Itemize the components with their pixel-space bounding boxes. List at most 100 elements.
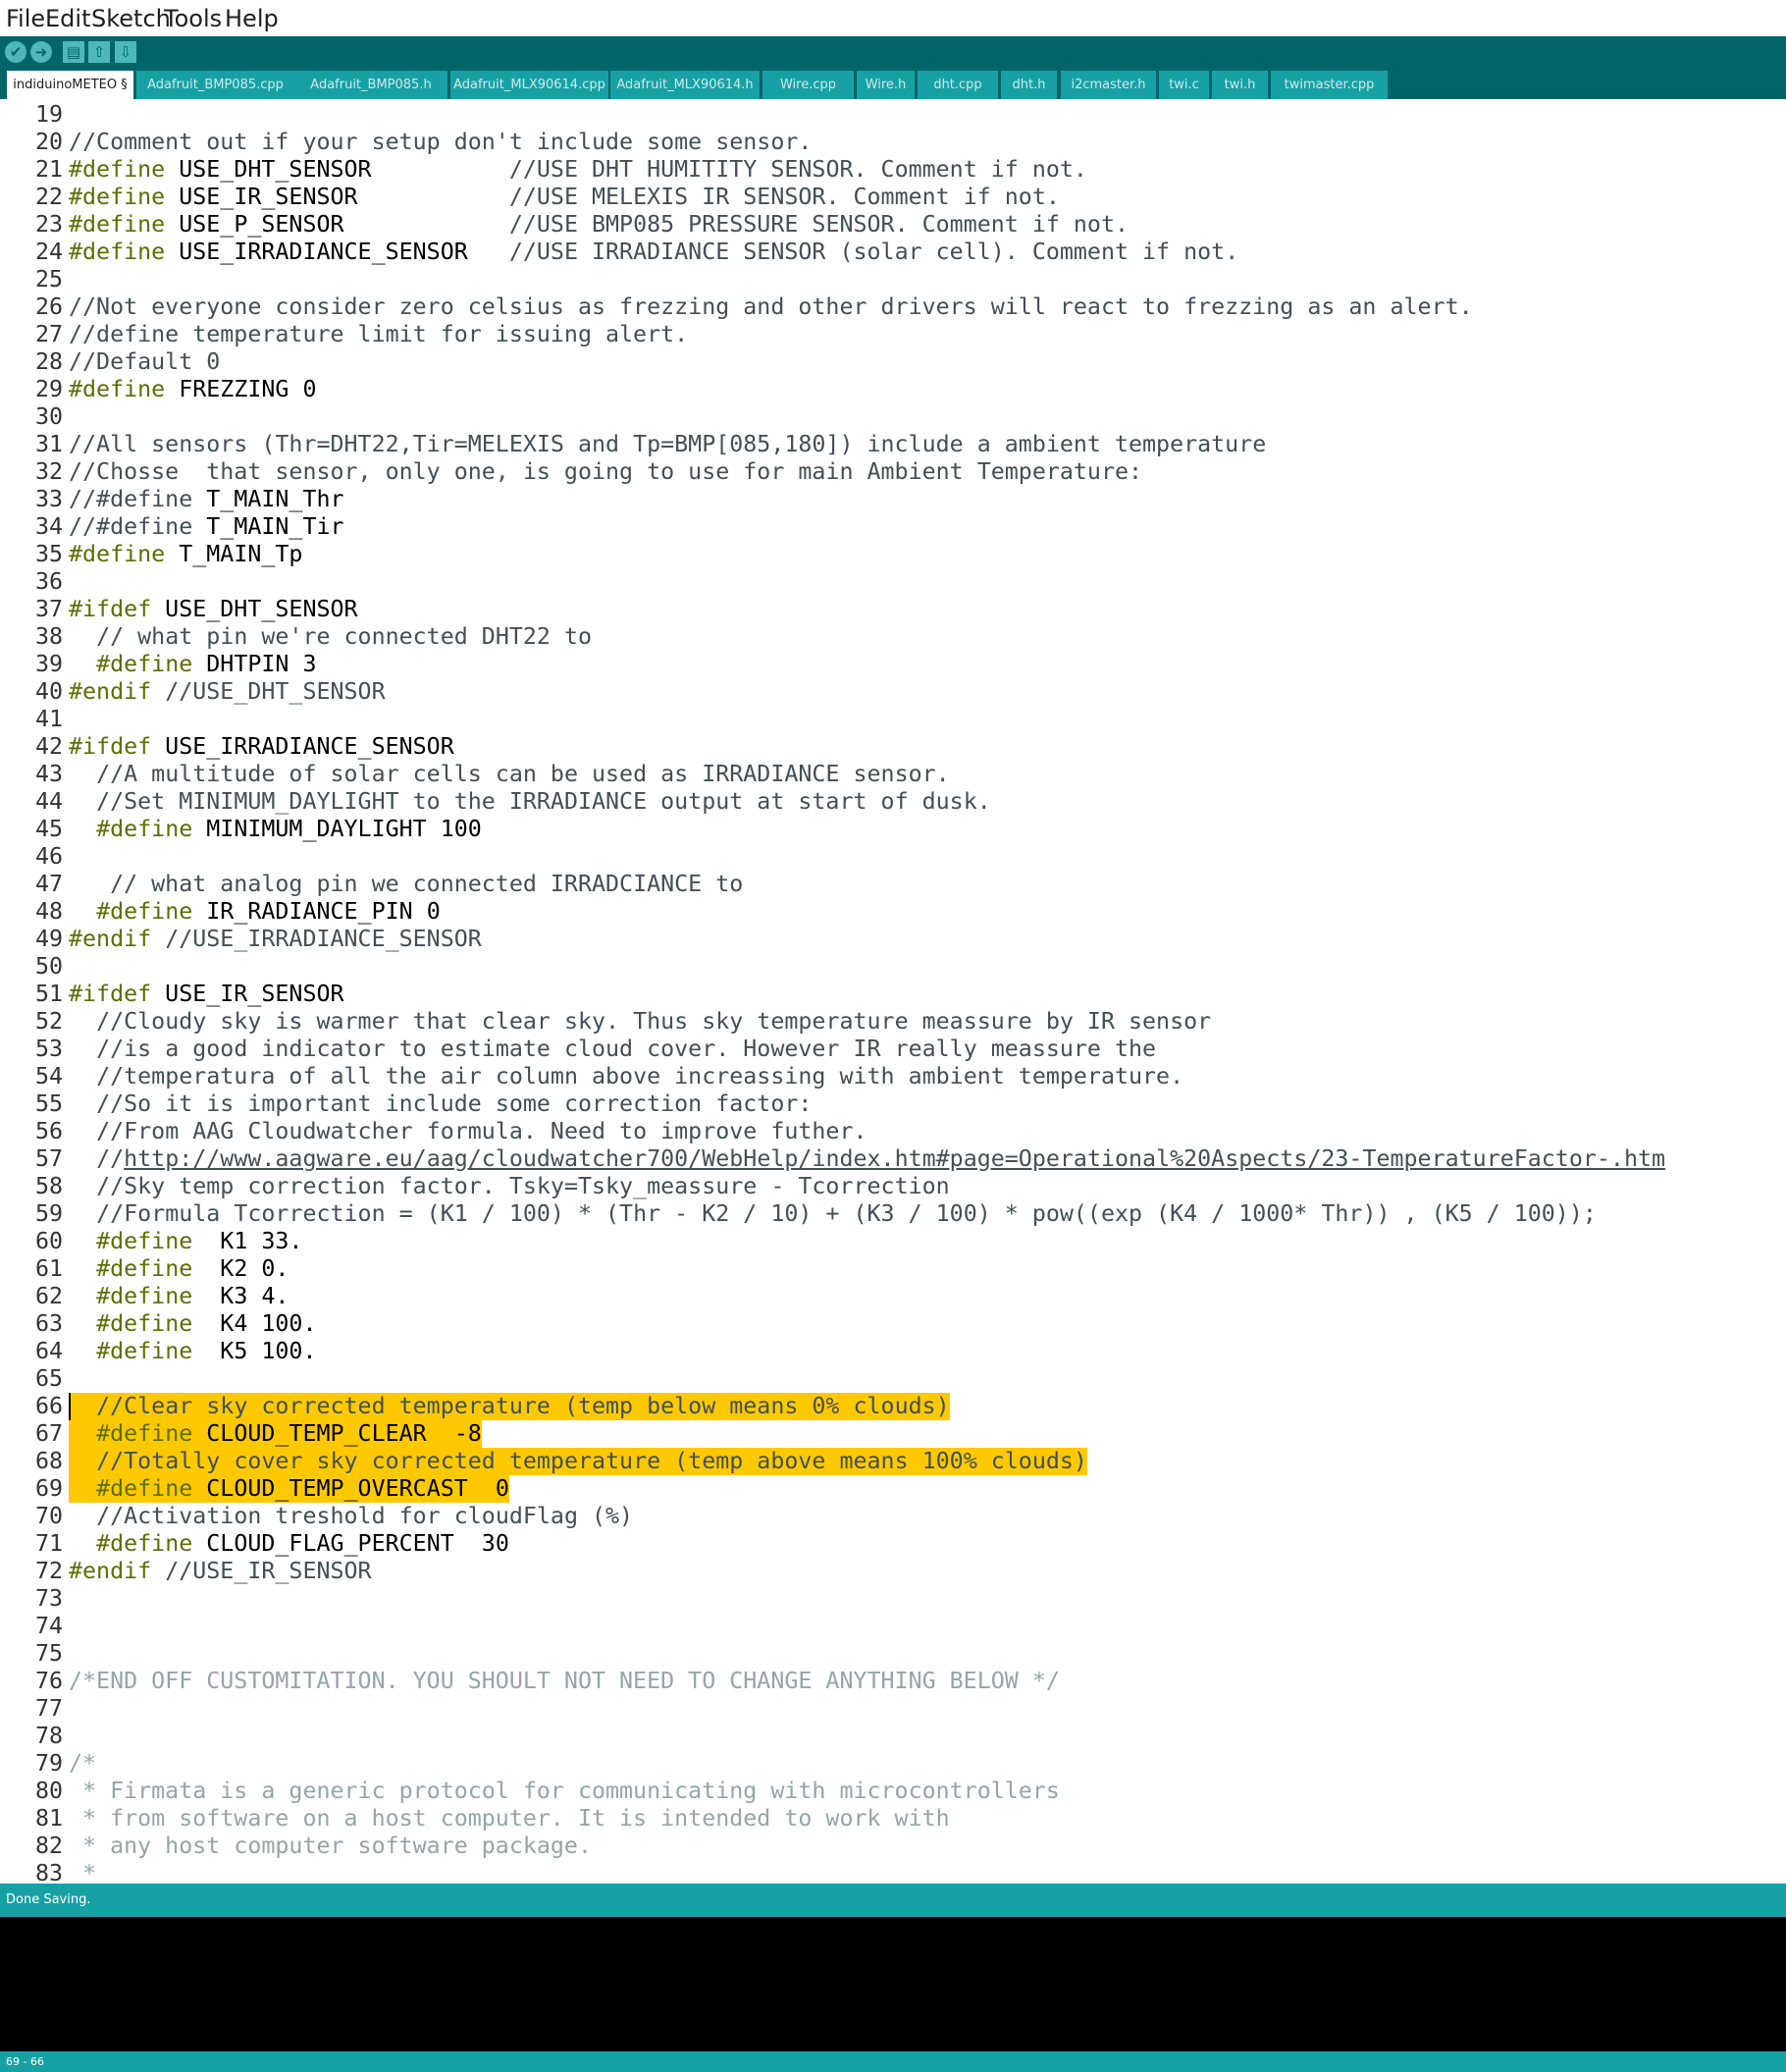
- code-line[interactable]: 20//Comment out if your setup don't incl…: [0, 129, 1786, 156]
- save-icon[interactable]: ⇩: [115, 41, 136, 63]
- menu-edit[interactable]: Edit: [45, 5, 90, 32]
- code-line[interactable]: 25: [0, 266, 1786, 293]
- code-line[interactable]: 54 //temperatura of all the air column a…: [0, 1063, 1786, 1090]
- code-line[interactable]: 46: [0, 843, 1786, 871]
- code-line[interactable]: 71 #define CLOUD_FLAG_PERCENT 30: [0, 1530, 1786, 1558]
- code-line[interactable]: 22 #define USE_IR_SENSOR //USE MELEXIS IR…: [0, 184, 1786, 211]
- url-link[interactable]: http://www.aagware.eu/aag/cloudwatcher70…: [124, 1145, 1665, 1172]
- tab-twimaster-cpp[interactable]: twimaster.cpp: [1271, 71, 1388, 99]
- code-line[interactable]: 78: [0, 1723, 1786, 1750]
- tab-adafruit-mlx90614-cpp[interactable]: Adafruit_MLX90614.cpp: [450, 71, 608, 99]
- code-line[interactable]: 28//Default 0: [0, 348, 1786, 376]
- code-line[interactable]: 49 #endif //USE_IRRADIANCE_SENSOR: [0, 926, 1786, 953]
- code-line[interactable]: 37 #ifdef USE_DHT_SENSOR: [0, 596, 1786, 623]
- menu-tools[interactable]: Tools: [164, 5, 222, 32]
- code-line[interactable]: 19: [0, 101, 1786, 129]
- code-line[interactable]: 23 #define USE_P_SENSOR //USE BMP085 PRES…: [0, 211, 1786, 239]
- code-line[interactable]: 35 #define T_MAIN_Tp: [0, 541, 1786, 568]
- code-line[interactable]: 42 #ifdef USE_IRRADIANCE_SENSOR: [0, 733, 1786, 761]
- code-line[interactable]: 75: [0, 1640, 1786, 1668]
- menu-help[interactable]: Help: [225, 5, 279, 32]
- code-line[interactable]: 81 * from software on a host computer. I…: [0, 1805, 1786, 1833]
- code-line[interactable]: 70 //Activation treshold for cloudFlag (…: [0, 1503, 1786, 1530]
- tab-twi-c[interactable]: twi.c: [1159, 71, 1209, 99]
- tab-dht-cpp[interactable]: dht.cpp: [918, 71, 998, 99]
- code-line[interactable]: 76/*END OFF CUSTOMITATION. YOU SHOULT NO…: [0, 1668, 1786, 1695]
- code-line[interactable]: 39 #define DHTPIN 3: [0, 651, 1786, 678]
- code-line[interactable]: 77: [0, 1695, 1786, 1723]
- code-line[interactable]: 40 #endif //USE_DHT_SENSOR: [0, 678, 1786, 706]
- line-number: 46: [34, 843, 63, 870]
- code-line[interactable]: 65: [0, 1365, 1786, 1393]
- code-line[interactable]: 59 //Formula Tcorrection = (K1 / 100) * …: [0, 1200, 1786, 1228]
- code-line[interactable]: 51 #ifdef USE_IR_SENSOR: [0, 981, 1786, 1008]
- code-line[interactable]: 67 #define CLOUD_TEMP_CLEAR -8: [0, 1420, 1786, 1448]
- upload-icon[interactable]: ➜: [30, 41, 52, 63]
- code-line[interactable]: 68 //Totally cover sky corrected tempera…: [0, 1448, 1786, 1475]
- code-line[interactable]: 79/*: [0, 1750, 1786, 1778]
- code-line[interactable]: 61 #define K2 0.: [0, 1255, 1786, 1283]
- tab-wire-h[interactable]: Wire.h: [857, 71, 915, 99]
- code-line[interactable]: 83 *: [0, 1860, 1786, 1884]
- code-line[interactable]: 58 //Sky temp correction factor. Tsky=Ts…: [0, 1173, 1786, 1200]
- code-line[interactable]: 26//Not everyone consider zero celsius a…: [0, 293, 1786, 321]
- line-number: 79: [34, 1750, 63, 1777]
- code-editor[interactable]: 19 20//Comment out if your setup don't in…: [0, 99, 1786, 1884]
- code-line[interactable]: 64 #define K5 100.: [0, 1338, 1786, 1365]
- code-line[interactable]: 38 // what pin we're connected DHT22 to: [0, 623, 1786, 651]
- preprocessor-keyword: #ifdef: [69, 733, 152, 760]
- code-line[interactable]: 27//define temperature limit for issuing…: [0, 321, 1786, 348]
- verify-icon[interactable]: ✔: [5, 41, 26, 63]
- code-line[interactable]: 50: [0, 953, 1786, 981]
- code-line[interactable]: 24 #define USE_IRRADIANCE_SENSOR //USE IR…: [0, 239, 1786, 266]
- code-line[interactable]: 34//#define T_MAIN_Tir: [0, 513, 1786, 541]
- code-line[interactable]: 45 #define MINIMUM_DAYLIGHT 100: [0, 816, 1786, 843]
- console-output[interactable]: [0, 1917, 1786, 2051]
- code-line[interactable]: 56 //From AAG Cloudwatcher formula. Need…: [0, 1118, 1786, 1145]
- menu-file[interactable]: File: [6, 5, 45, 32]
- line-number: 60: [34, 1228, 63, 1254]
- code-line[interactable]: 63 #define K4 100.: [0, 1310, 1786, 1338]
- code-line[interactable]: 43 //A multitude of solar cells can be u…: [0, 761, 1786, 788]
- tab-adafruit-mlx90614-h[interactable]: Adafruit_MLX90614.h: [610, 71, 760, 99]
- tab-adafruit-bmp085-cpp[interactable]: Adafruit_BMP085.cpp: [136, 71, 294, 99]
- code-line[interactable]: 60 #define K1 33.: [0, 1228, 1786, 1255]
- code-line[interactable]: 48 #define IR_RADIANCE_PIN 0: [0, 898, 1786, 926]
- code-line[interactable]: 36: [0, 568, 1786, 596]
- tab-wire-cpp[interactable]: Wire.cpp: [762, 71, 854, 99]
- code-line[interactable]: 30: [0, 403, 1786, 431]
- code-line[interactable]: 82 * any host computer software package.: [0, 1833, 1786, 1860]
- code-text: /*: [69, 1750, 96, 1778]
- code-line[interactable]: 41: [0, 706, 1786, 733]
- line-number: 75: [34, 1640, 63, 1667]
- new-icon[interactable]: ▤: [63, 41, 84, 63]
- code-text: /*END OFF CUSTOMITATION. YOU SHOULT NOT …: [69, 1668, 1060, 1695]
- code-line[interactable]: 74: [0, 1613, 1786, 1640]
- code-line[interactable]: 29 #define FREZZING 0: [0, 376, 1786, 403]
- code-line[interactable]: 72 #endif //USE_IR_SENSOR: [0, 1558, 1786, 1585]
- code-line[interactable]: 32//Chosse that sensor, only one, is goi…: [0, 458, 1786, 486]
- code-line[interactable]: 55 //So it is important include some cor…: [0, 1090, 1786, 1118]
- code-line[interactable]: 53 //is a good indicator to estimate clo…: [0, 1036, 1786, 1063]
- open-icon[interactable]: ⇧: [88, 41, 110, 63]
- tab-indiduinometeo[interactable]: indiduinoMETEO §: [7, 71, 133, 99]
- code-line[interactable]: 69 #define CLOUD_TEMP_OVERCAST 0: [0, 1475, 1786, 1503]
- code-line[interactable]: 31//All sensors (Thr=DHT22,Tir=MELEXIS a…: [0, 431, 1786, 458]
- code-line[interactable]: 57 //http://www.aagware.eu/aag/cloudwatc…: [0, 1145, 1786, 1173]
- code-line[interactable]: 33//#define T_MAIN_Thr: [0, 486, 1786, 513]
- code-line[interactable]: 62 #define K3 4.: [0, 1283, 1786, 1310]
- tab-adafruit-bmp085-h[interactable]: Adafruit_BMP085.h: [294, 71, 447, 99]
- code-line[interactable]: 47 // what analog pin we connected IRRAD…: [0, 871, 1786, 898]
- code-line[interactable]: 80 * Firmata is a generic protocol for c…: [0, 1778, 1786, 1805]
- code-line[interactable]: 21 #define USE_DHT_SENSOR //USE DHT HUMIT…: [0, 156, 1786, 184]
- menu-sketch[interactable]: Sketch: [91, 5, 171, 32]
- code-line[interactable]: 66 //Clear sky corrected temperature (te…: [0, 1393, 1786, 1420]
- code-line[interactable]: 44 //Set MINIMUM_DAYLIGHT to the IRRADIA…: [0, 788, 1786, 816]
- tab-dht-h[interactable]: dht.h: [1001, 71, 1057, 99]
- tab-twi-h[interactable]: twi.h: [1212, 71, 1268, 99]
- tab-i2cmaster-h[interactable]: i2cmaster.h: [1061, 71, 1156, 99]
- code-line[interactable]: 52 //Cloudy sky is warmer that clear sky…: [0, 1008, 1786, 1036]
- code-line[interactable]: 73: [0, 1585, 1786, 1613]
